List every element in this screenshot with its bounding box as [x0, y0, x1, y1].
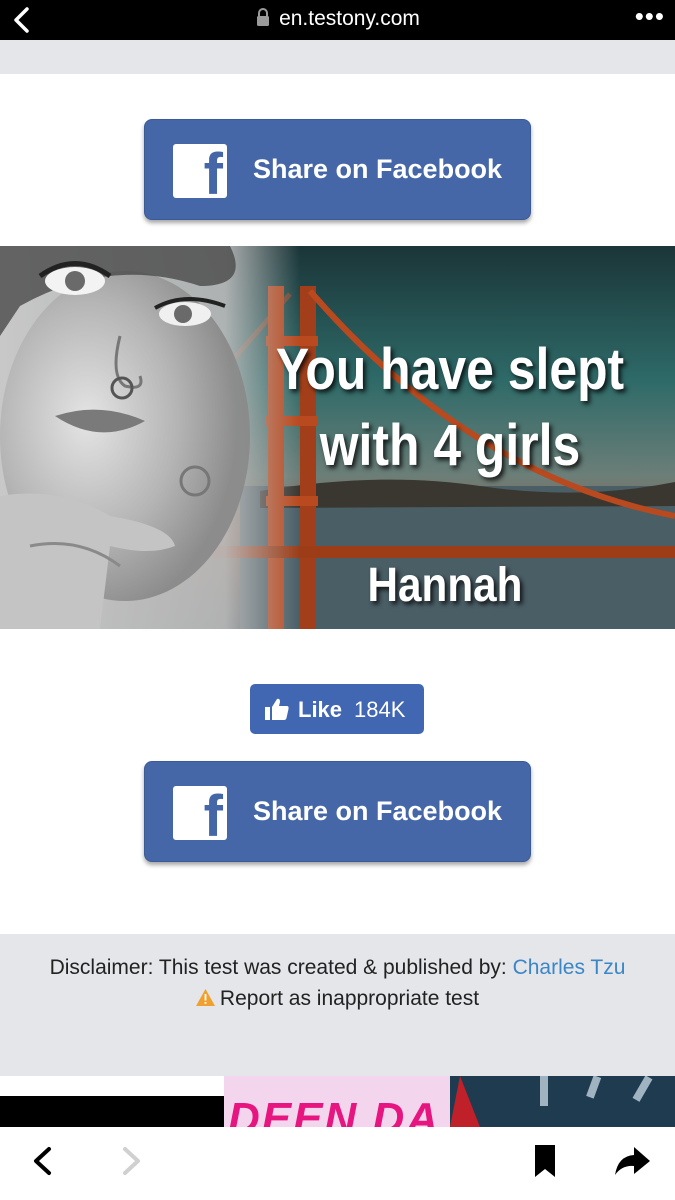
url-display[interactable]: en.testony.com [0, 7, 675, 31]
share-on-facebook-button-top[interactable]: f Share on Facebook [144, 119, 531, 220]
facebook-like-button[interactable]: Like 184K [250, 684, 424, 734]
result-name: Hannah [367, 559, 523, 612]
facebook-f-icon: f [173, 144, 227, 198]
more-options-icon[interactable]: ••• [635, 3, 665, 29]
facebook-f-icon: f [173, 786, 227, 840]
result-headline-line1: You have slept [275, 337, 625, 402]
ad-middle-panel: DEEN DA [224, 1076, 450, 1127]
share-on-facebook-button-bottom[interactable]: f Share on Facebook [144, 761, 531, 862]
warning-icon [195, 989, 215, 1006]
url-text: en.testony.com [279, 7, 420, 30]
ad-graphic [450, 1076, 653, 1127]
advertisement-banner[interactable]: DEEN DA [0, 1076, 675, 1127]
disclaimer-text: Disclaimer: This test was created & publ… [0, 956, 675, 980]
report-label: Report as inappropriate test [219, 987, 480, 1010]
like-count: 184K [354, 697, 406, 722]
gray-banner-strip [0, 40, 675, 74]
ad-right-panel [450, 1076, 675, 1127]
browser-bottom-toolbar [0, 1127, 675, 1200]
share-button-label: Share on Facebook [253, 154, 503, 184]
report-link[interactable]: Report as inappropriate test [0, 987, 675, 1011]
chevron-right-icon[interactable] [110, 1141, 150, 1181]
disclaimer-section: Disclaimer: This test was created & publ… [0, 934, 675, 1076]
thumbs-up-icon [265, 698, 289, 720]
result-headline-line2: with 4 girls [319, 413, 581, 478]
disclaimer-prefix: Disclaimer: This test was created & publ… [49, 956, 513, 979]
share-button-label: Share on Facebook [253, 796, 503, 826]
lock-icon [257, 8, 270, 26]
ad-left-panel [0, 1096, 224, 1127]
browser-address-bar: en.testony.com ••• [0, 0, 675, 40]
ad-text: DEEN DA [228, 1094, 441, 1127]
chevron-left-icon[interactable] [24, 1141, 64, 1181]
share-arrow-icon[interactable] [612, 1141, 652, 1181]
like-label: Like [298, 697, 343, 722]
result-headline: You have slept with 4 girls [257, 332, 644, 484]
author-link[interactable]: Charles Tzu [513, 956, 626, 979]
test-result-image: You have slept with 4 girls Hannah [0, 246, 675, 629]
bookmark-icon[interactable] [525, 1141, 565, 1181]
